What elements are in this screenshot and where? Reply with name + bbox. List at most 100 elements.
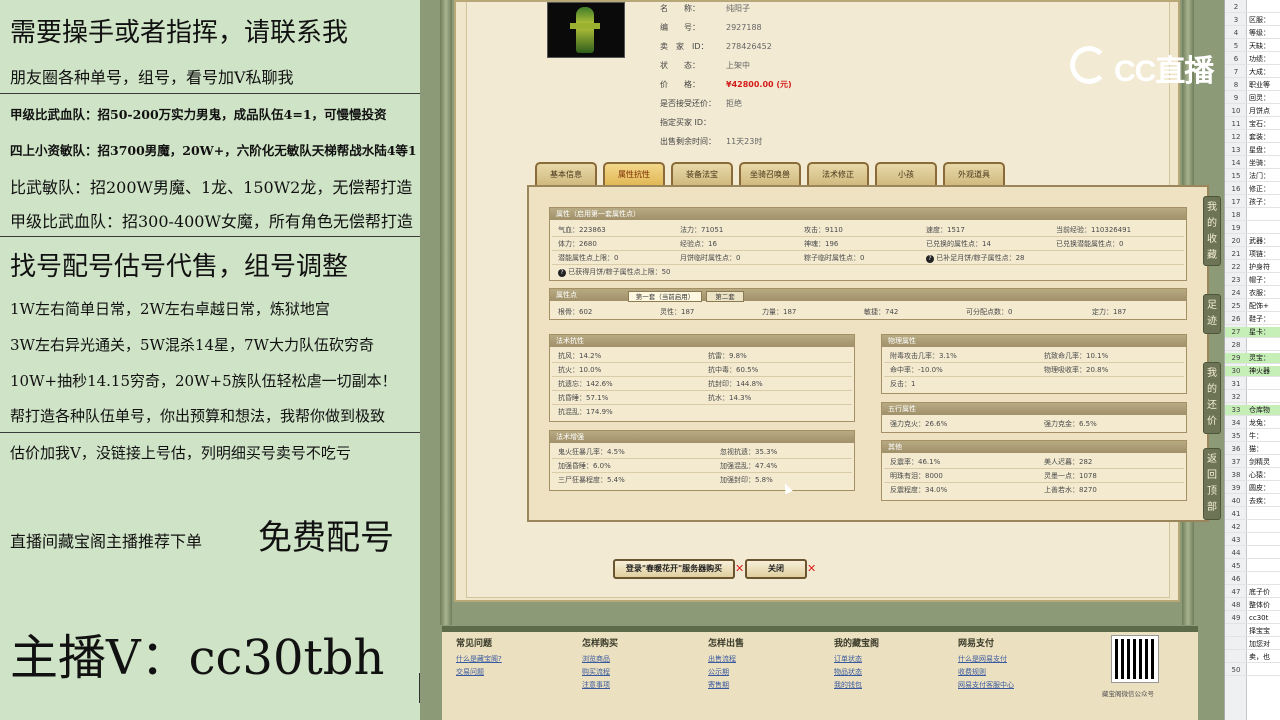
spreadsheet-row[interactable]: 38 心猿： (1225, 470, 1280, 481)
spreadsheet-row[interactable]: 50 (1225, 665, 1280, 676)
login-buy-button[interactable]: 登录"春暖花开"服务器购买 (613, 559, 735, 579)
spreadsheet-row[interactable]: 5 天缺： (1225, 41, 1280, 52)
overlay-line-2: 朋友圈各种单号，组号，看号加V私聊我 (10, 68, 294, 87)
row-number: 24 (1231, 289, 1241, 297)
close-icon[interactable]: ✕ (735, 562, 744, 575)
spreadsheet-row[interactable]: 35 牛： (1225, 431, 1280, 442)
spreadsheet-row[interactable]: 47 底子价 (1225, 587, 1280, 598)
spreadsheet-row[interactable]: 42 (1225, 522, 1280, 533)
boost-cell: 三尸狂暴程度：5.4% (558, 476, 625, 484)
cell-text: 回灵： (1249, 94, 1270, 102)
subtab-points-set-2[interactable]: 第二套 (706, 291, 744, 302)
spreadsheet-row[interactable]: 29 灵宝： (1225, 353, 1280, 364)
spreadsheet-row[interactable]: 48 整体价 (1225, 600, 1280, 611)
footer-link[interactable]: 浏览商品 (582, 653, 618, 666)
spreadsheet-row[interactable]: 2 (1225, 2, 1280, 13)
spreadsheet-row[interactable]: 加您对 (1225, 639, 1280, 650)
spreadsheet-row[interactable]: 17 孩子： (1225, 197, 1280, 208)
footer-link[interactable]: 订单状态 (834, 653, 879, 666)
footer-link[interactable]: 购买流程 (582, 666, 618, 679)
spreadsheet-row[interactable]: 12 套装： (1225, 132, 1280, 143)
cell-text: 护身符 (1249, 263, 1270, 271)
spreadsheet-row[interactable]: 37 剑精灵 (1225, 457, 1280, 468)
close-icon[interactable]: ✕ (807, 562, 816, 575)
side-button-favorites[interactable]: 我的收藏 (1203, 196, 1221, 266)
footer-link[interactable]: 我的钱包 (834, 679, 879, 692)
spreadsheet-row[interactable]: 45 (1225, 561, 1280, 572)
spreadsheet-row[interactable]: 19 (1225, 223, 1280, 234)
spreadsheet-row[interactable]: 49 cc30t (1225, 613, 1280, 624)
section-physical-title: 物理属性 (882, 335, 1186, 347)
points-cell: 敏捷：742 (864, 308, 899, 316)
resist-cell: 抗雷：9.8% (708, 352, 747, 360)
spreadsheet-row[interactable]: 34 龙兔： (1225, 418, 1280, 429)
footer-link[interactable]: 寄售期 (708, 679, 744, 692)
attr-cell: 月饼临时属性点：0 (680, 254, 741, 262)
side-button-back-to-top[interactable]: 返回顶部 (1203, 448, 1221, 520)
footer-link[interactable]: 什么是藏宝阁? (456, 653, 502, 666)
spreadsheet-row[interactable]: 40 去疾： (1225, 496, 1280, 507)
spreadsheet-row[interactable]: 23 帽子： (1225, 275, 1280, 286)
spreadsheet-row[interactable]: 卖，也 (1225, 652, 1280, 663)
spreadsheet-row[interactable]: 25 配饰+ (1225, 301, 1280, 312)
subtab-points-set-1[interactable]: 第一套（当前启用） (628, 291, 702, 302)
spreadsheet-row[interactable]: 15 法门： (1225, 171, 1280, 182)
footer-link[interactable]: 网易支付客服中心 (958, 679, 1014, 692)
spreadsheet-row[interactable]: 39 圆皮： (1225, 483, 1280, 494)
spreadsheet-row[interactable]: 9 回灵： (1225, 93, 1280, 104)
attr-cell: 当前经验：110326491 (1056, 226, 1132, 234)
spreadsheet-row[interactable]: 26 鞋子： (1225, 314, 1280, 325)
side-button-footprint[interactable]: 足迹 (1203, 294, 1221, 334)
spreadsheet-row[interactable]: 8 职业等 (1225, 80, 1280, 91)
spreadsheet-row[interactable]: 41 (1225, 509, 1280, 520)
row-number: 40 (1231, 497, 1241, 505)
spreadsheet-row[interactable]: 32 (1225, 392, 1280, 403)
spreadsheet-row[interactable]: 6 功绩： (1225, 54, 1280, 65)
cell-text: cc30t (1249, 614, 1269, 622)
footer-link[interactable]: 什么是网易支付 (958, 653, 1014, 666)
spreadsheet-row[interactable]: 20 武器： (1225, 236, 1280, 247)
row-number: 19 (1231, 224, 1241, 232)
spreadsheet-row[interactable]: 14 坐骑： (1225, 158, 1280, 169)
spreadsheet-row[interactable]: 16 修正： (1225, 184, 1280, 195)
footer-link[interactable]: 收费规则 (958, 666, 1014, 679)
spreadsheet-row[interactable]: 11 宝石： (1225, 119, 1280, 130)
spreadsheet-row[interactable]: 21 项链： (1225, 249, 1280, 260)
spreadsheet-row[interactable]: 13 星盘： (1225, 145, 1280, 156)
cell-text: 配饰+ (1249, 302, 1269, 310)
spreadsheet-row[interactable]: 44 (1225, 548, 1280, 559)
spreadsheet-row[interactable]: 28 (1225, 340, 1280, 351)
spreadsheet-row[interactable]: 择宝宝 (1225, 626, 1280, 637)
spreadsheet-row[interactable]: 30 神火器 (1225, 366, 1280, 377)
spreadsheet-row[interactable]: 4 等级： (1225, 28, 1280, 39)
spreadsheet-row[interactable]: 7 大成： (1225, 67, 1280, 78)
footer-link[interactable]: 交易问题 (456, 666, 502, 679)
cell-text: 宝石： (1249, 120, 1270, 128)
wuxing-cell: 强力克金：6.5% (1044, 420, 1097, 428)
points-cell: 灵性：187 (660, 308, 695, 316)
cell-text: 套装： (1249, 133, 1270, 141)
footer-link[interactable]: 公示期 (708, 666, 744, 679)
footer-link[interactable]: 物品状态 (834, 666, 879, 679)
attr-cell: 神魂：196 (804, 240, 839, 248)
spreadsheet-row[interactable]: 46 (1225, 574, 1280, 585)
help-icon[interactable]: ? (558, 269, 566, 277)
spreadsheet-row[interactable]: 24 衣服： (1225, 288, 1280, 299)
resist-cell: 抗混乱：174.9% (558, 408, 613, 416)
spreadsheet-row[interactable]: 10 月饼点 (1225, 106, 1280, 117)
spreadsheet-row[interactable]: 3 区服： (1225, 15, 1280, 26)
cell-text: 底子价 (1249, 588, 1270, 596)
spreadsheet-row[interactable]: 36 猫： (1225, 444, 1280, 455)
help-icon[interactable]: ? (926, 255, 934, 263)
footer-link[interactable]: 出售流程 (708, 653, 744, 666)
spreadsheet-row[interactable]: 31 (1225, 379, 1280, 390)
side-button-my-bargains[interactable]: 我的还价 (1203, 362, 1221, 434)
section-other-title: 其他 (882, 441, 1186, 453)
spreadsheet-row[interactable]: 18 (1225, 210, 1280, 221)
spreadsheet-row[interactable]: 33 仓库物 (1225, 405, 1280, 416)
spreadsheet-row[interactable]: 22 护身符 (1225, 262, 1280, 273)
spreadsheet-row[interactable]: 27 星卡： (1225, 327, 1280, 338)
close-button[interactable]: 关闭 (745, 559, 807, 579)
spreadsheet-row[interactable]: 43 (1225, 535, 1280, 546)
footer-link[interactable]: 注意事项 (582, 679, 618, 692)
